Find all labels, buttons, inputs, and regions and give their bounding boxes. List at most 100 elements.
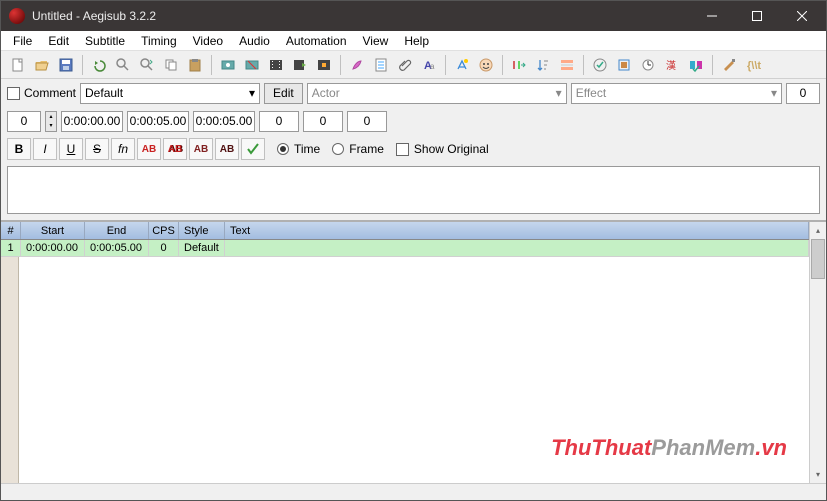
grid-header: # Start End CPS Style Text <box>1 222 809 240</box>
resample-icon[interactable] <box>613 54 635 76</box>
margin-r-field[interactable]: 0 <box>303 111 343 132</box>
video-close-icon[interactable] <box>241 54 263 76</box>
cycle-tag-hiding-icon[interactable]: {\\t} <box>742 54 764 76</box>
strikeout-button[interactable]: S <box>85 138 109 160</box>
show-original-checkbox[interactable] <box>396 143 409 156</box>
col-cps[interactable]: CPS <box>149 222 179 239</box>
spellcheck-icon[interactable] <box>589 54 611 76</box>
replace-icon[interactable] <box>136 54 158 76</box>
sort-icon[interactable] <box>532 54 554 76</box>
timing-row: 0 ▴▾ 0:00:00.00 0:00:05.00 0:00:05.00 0 … <box>1 107 826 135</box>
actor-placeholder: Actor <box>312 86 340 100</box>
italic-button[interactable]: I <box>33 138 57 160</box>
margin-right-field[interactable]: 0 <box>786 83 820 104</box>
actor-combo[interactable]: Actor ▾ <box>307 83 567 104</box>
fonts-collector-icon[interactable]: Aa <box>418 54 440 76</box>
chevron-down-icon: ▾ <box>556 86 562 100</box>
maximize-button[interactable] <box>734 1 779 31</box>
bold-button[interactable]: B <box>7 138 31 160</box>
outline-color-button[interactable]: AB <box>189 138 213 160</box>
select-lines-icon[interactable] <box>556 54 578 76</box>
vertical-scrollbar[interactable]: ▴ ▾ <box>809 222 826 483</box>
edit-style-button[interactable]: Edit <box>264 83 303 104</box>
close-button[interactable] <box>779 1 824 31</box>
menu-video[interactable]: Video <box>185 32 231 50</box>
format-toolbar: B I U S fn AB AB AB AB Time Frame Show O… <box>1 135 826 163</box>
copy-icon[interactable] <box>160 54 182 76</box>
underline-button[interactable]: U <box>59 138 83 160</box>
style-combo[interactable]: Default ▾ <box>80 83 260 104</box>
primary-color-button[interactable]: AB <box>137 138 161 160</box>
styles-manager-icon[interactable] <box>685 54 707 76</box>
minimize-button[interactable] <box>689 1 734 31</box>
attachments-icon[interactable] <box>394 54 416 76</box>
watermark: ThuThuatPhanMem.vn <box>551 435 787 461</box>
menu-timing[interactable]: Timing <box>133 32 185 50</box>
layer-field[interactable]: 0 <box>7 111 41 132</box>
svg-text:{\\t}: {\\t} <box>747 60 761 72</box>
properties-icon[interactable] <box>370 54 392 76</box>
styling-assistant-icon[interactable] <box>346 54 368 76</box>
comment-label: Comment <box>24 86 76 100</box>
film-jump-icon[interactable] <box>289 54 311 76</box>
scroll-down-icon[interactable]: ▾ <box>810 466 826 483</box>
menu-edit[interactable]: Edit <box>40 32 77 50</box>
menu-file[interactable]: File <box>5 32 40 50</box>
assdraw-icon[interactable] <box>475 54 497 76</box>
menu-audio[interactable]: Audio <box>231 32 278 50</box>
scroll-thumb[interactable] <box>811 239 825 279</box>
find-icon[interactable] <box>112 54 134 76</box>
commit-button[interactable] <box>241 138 265 160</box>
scroll-up-icon[interactable]: ▴ <box>810 222 826 239</box>
frame-radio[interactable] <box>332 143 344 155</box>
cell-cps: 0 <box>149 240 179 257</box>
time-radio[interactable] <box>277 143 289 155</box>
svg-text:a: a <box>430 62 435 71</box>
horizontal-scrollbar[interactable] <box>1 483 826 500</box>
cell-number: 1 <box>1 240 21 257</box>
cell-style: Default <box>179 240 225 257</box>
kanji-timer-icon[interactable]: 漢 <box>661 54 683 76</box>
secondary-color-button[interactable]: AB <box>163 138 187 160</box>
options-icon[interactable] <box>718 54 740 76</box>
margin-l-field[interactable]: 0 <box>259 111 299 132</box>
new-file-icon[interactable] <box>7 54 29 76</box>
cell-start: 0:00:00.00 <box>21 240 85 257</box>
menu-view[interactable]: View <box>355 32 397 50</box>
automation-icon[interactable] <box>451 54 473 76</box>
effect-combo[interactable]: Effect ▾ <box>571 83 782 104</box>
menu-help[interactable]: Help <box>396 32 437 50</box>
shift-times-icon[interactable] <box>508 54 530 76</box>
col-text[interactable]: Text <box>225 222 809 239</box>
layer-spinner[interactable]: ▴▾ <box>45 111 57 132</box>
shadow-color-button[interactable]: AB <box>215 138 239 160</box>
app-window: Untitled - Aegisub 3.2.2 File Edit Subti… <box>0 0 827 501</box>
start-time-field[interactable]: 0:00:00.00 <box>61 111 123 132</box>
duration-field[interactable]: 0:00:05.00 <box>193 111 255 132</box>
film-settings-icon[interactable] <box>313 54 335 76</box>
col-number[interactable]: # <box>1 222 21 239</box>
film-icon[interactable] <box>265 54 287 76</box>
col-style[interactable]: Style <box>179 222 225 239</box>
comment-checkbox[interactable] <box>7 87 20 100</box>
menu-subtitle[interactable]: Subtitle <box>77 32 133 50</box>
undo-icon[interactable] <box>88 54 110 76</box>
open-file-icon[interactable] <box>31 54 53 76</box>
table-row[interactable]: 1 0:00:00.00 0:00:05.00 0 Default <box>1 240 809 257</box>
time-label: Time <box>294 142 320 156</box>
paste-icon[interactable] <box>184 54 206 76</box>
font-button[interactable]: fn <box>111 138 135 160</box>
margin-v-field[interactable]: 0 <box>347 111 387 132</box>
subtitle-text-input[interactable] <box>7 166 820 214</box>
end-time-field[interactable]: 0:00:05.00 <box>127 111 189 132</box>
video-open-icon[interactable] <box>217 54 239 76</box>
col-end[interactable]: End <box>85 222 149 239</box>
timing-postprocessor-icon[interactable] <box>637 54 659 76</box>
style-value: Default <box>85 86 123 100</box>
save-file-icon[interactable] <box>55 54 77 76</box>
menu-automation[interactable]: Automation <box>278 32 355 50</box>
grid-margin <box>1 257 19 483</box>
show-original-label: Show Original <box>414 142 489 156</box>
col-start[interactable]: Start <box>21 222 85 239</box>
window-title: Untitled - Aegisub 3.2.2 <box>32 9 689 23</box>
